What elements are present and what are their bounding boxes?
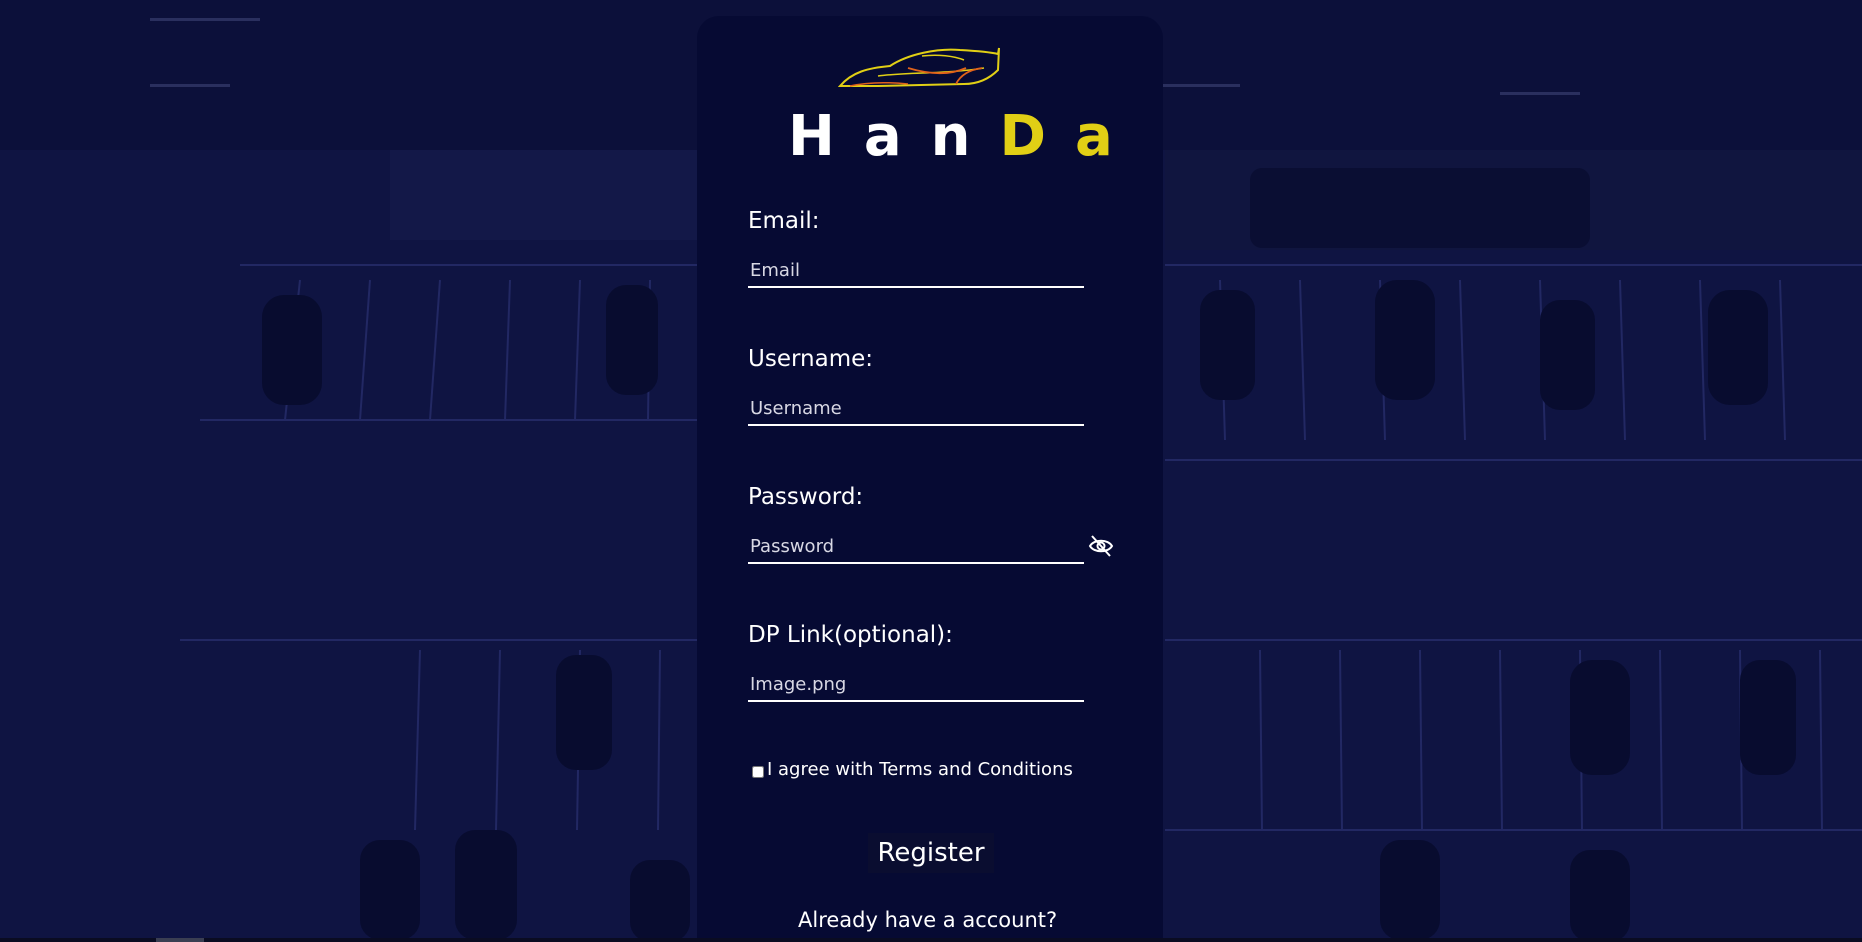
email-field[interactable] [748, 254, 1084, 288]
register-button[interactable]: Register [868, 833, 994, 873]
scrollbar-thumb[interactable] [156, 938, 204, 942]
eye-slash-icon[interactable] [1088, 533, 1114, 559]
brand-name-yellow-a: a [1075, 104, 1142, 169]
sports-car-outline-icon [838, 47, 1000, 87]
dp-link-field[interactable] [748, 668, 1084, 702]
username-label: Username: [748, 346, 873, 372]
dp-link-label: DP Link(optional): [748, 622, 953, 648]
email-label: Email: [748, 208, 820, 234]
password-label: Password: [748, 484, 864, 510]
password-field[interactable] [748, 530, 1084, 564]
brand-logo-text: HanDa [788, 102, 1142, 172]
horizontal-scrollbar[interactable] [0, 938, 1862, 942]
username-field[interactable] [748, 392, 1084, 426]
brand-name-yellow-d: D [999, 104, 1076, 169]
terms-label[interactable]: I agree with Terms and Conditions [767, 759, 1073, 780]
login-link[interactable]: Already have a account? [798, 908, 1057, 932]
terms-checkbox[interactable] [752, 766, 764, 778]
brand-name-white: Han [788, 104, 1000, 169]
